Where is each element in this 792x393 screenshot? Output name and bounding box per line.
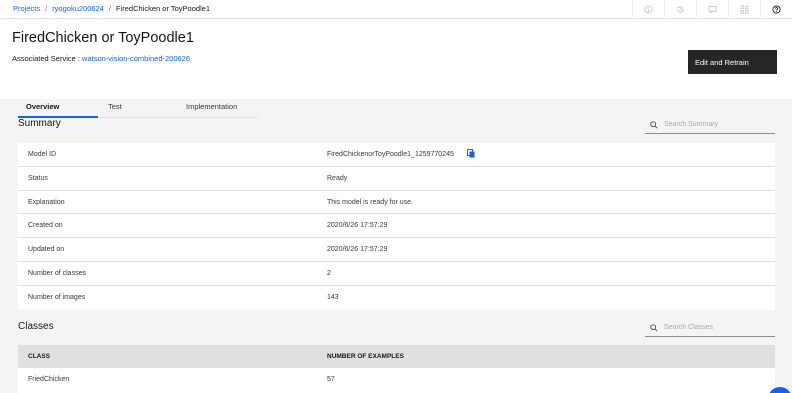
summary-key: Updated on [28,246,65,254]
top-bar: Projects / ryogoku200624 / FiredChicken … [0,0,792,19]
summary-row-number-of-classes: Number of classes 2 [18,262,775,286]
grid-icon[interactable] [728,0,760,19]
summary-value: Ready [327,174,348,182]
associated-service: Associated Service : watson-vision-combi… [12,54,190,63]
column-header-number-of-examples[interactable]: NUMBER OF EXAMPLES [327,353,404,360]
breadcrumb-projects[interactable]: Projects [13,4,40,13]
summary-row-created-on: Created on 2020/6/26 17:57:29 [18,214,775,239]
tab-overview[interactable]: Overview [18,97,98,118]
page-title: FiredChicken or ToyPoodle1 [12,30,194,46]
summary-value: 2020/6/26 17:57:29 [327,246,388,254]
classes-search-input[interactable]: Search Classes [645,321,775,337]
table-row[interactable]: FriedChicken 57 [18,368,775,393]
breadcrumb-project[interactable]: ryogoku200624 [52,4,104,13]
breadcrumb-separator: / [45,4,48,13]
summary-table: Model ID FiredChickenorToyPoodle1_125977… [18,143,775,310]
summary-row-updated-on: Updated on 2020/6/26 17:57:29 [18,238,775,262]
tab-implementation[interactable]: Implementation [180,97,258,118]
breadcrumb: Projects / ryogoku200624 / FiredChicken … [13,4,210,13]
summary-row-number-of-images: Number of images 143 [18,286,775,310]
summary-value: 2020/6/26 17:57:29 [327,222,388,230]
summary-value: 143 [327,293,339,301]
summary-key: Number of classes [28,269,86,277]
history-icon[interactable] [664,0,696,19]
tab-test[interactable]: Test [98,97,180,118]
associated-service-label: Associated Service : [12,54,83,63]
tab-list: Overview Test Implementation [18,97,258,118]
classes-title: Classes [18,321,54,332]
summary-key: Number of images [28,293,86,301]
summary-search-input[interactable]: Search Summary [645,118,775,134]
breadcrumb-separator: / [108,4,111,13]
associated-service-link[interactable]: watson-vision-combined-200626 [82,54,190,63]
class-name: FriedChicken [28,376,70,383]
classes-search-placeholder: Search Classes [664,324,714,331]
summary-key: Explanation [28,198,65,206]
summary-title: Summary [18,118,61,129]
summary-key: Model ID [28,151,57,158]
help-icon[interactable] [760,0,792,19]
breadcrumb-current: FiredChicken or ToyPoodle1 [116,4,211,13]
search-icon [650,121,658,131]
search-icon [650,324,658,334]
summary-search-placeholder: Search Summary [664,121,719,128]
page-header: FiredChicken or ToyPoodle1 Associated Se… [0,19,792,118]
summary-key: Status [28,174,48,182]
classes-table-header: CLASS NUMBER OF EXAMPLES [18,345,775,368]
copy-icon[interactable] [467,149,475,160]
header-actions [632,0,792,19]
summary-value: 2 [327,269,331,277]
chat-icon[interactable] [696,0,728,19]
column-header-class[interactable]: CLASS [28,353,50,360]
summary-row-model-id: Model ID FiredChickenorToyPoodle1_125977… [18,143,775,167]
summary-row-status: Status Ready [18,167,775,191]
summary-key: Created on [28,222,63,230]
edit-and-retrain-button[interactable]: Edit and Retrain [688,50,777,74]
summary-value: This model is ready for use. [327,198,413,206]
summary-row-explanation: Explanation This model is ready for use. [18,191,775,215]
info-icon[interactable] [632,0,664,19]
class-examples: 57 [327,376,335,383]
summary-value: FiredChickenorToyPoodle1_1259770245 [327,151,454,158]
